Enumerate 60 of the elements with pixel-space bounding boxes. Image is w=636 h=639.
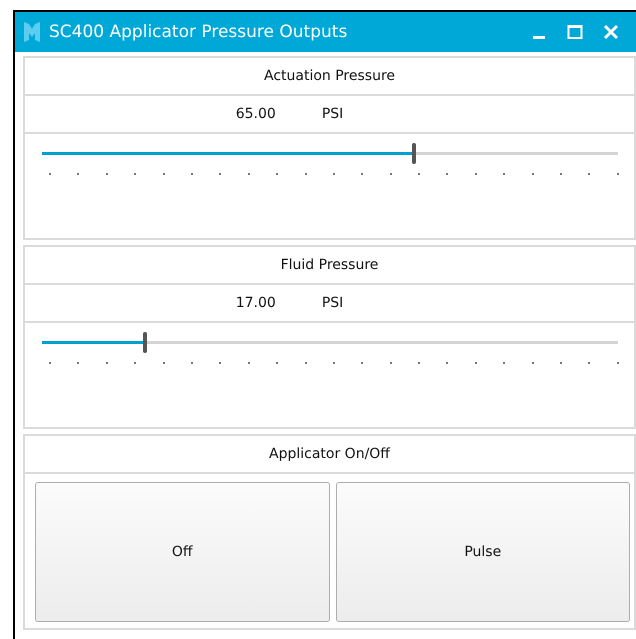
tick-mark [560,362,562,364]
tick-mark [446,362,448,364]
logo-icon [23,21,41,43]
minimize-icon [533,36,545,39]
tick-mark [503,362,506,364]
window-title: SC400 Applicator Pressure Outputs [49,22,348,42]
tick-mark [219,173,222,175]
applicator-button[interactable]: Off [35,482,330,622]
tick-mark [532,362,534,364]
tick-mark [248,173,250,175]
slider-thumb[interactable] [143,332,148,353]
tick-mark [418,173,420,175]
maximize-icon [567,24,583,40]
slider-thumb[interactable] [412,143,416,164]
tick-mark [390,173,392,175]
tick-mark [446,173,448,175]
tick-mark [134,173,136,175]
panel-title: Fluid Pressure [280,257,378,273]
tick-mark [276,173,278,175]
tick-mark [418,362,420,364]
tick-mark [616,173,619,175]
tick-mark [49,362,51,364]
tick-mark [77,362,80,364]
pressure-unit: PSI [322,295,344,311]
tick-mark [588,173,590,175]
tick-mark [390,362,392,364]
tick-mark [361,362,364,364]
tick-mark [219,362,222,364]
tick-mark [304,173,307,175]
tick-mark [503,173,506,175]
close-button[interactable] [602,23,620,41]
tick-mark [332,173,335,175]
tick-mark [134,362,136,364]
tick-mark [162,362,165,364]
tick-mark [474,173,477,175]
tick-mark [248,362,250,364]
tick-mark [276,362,278,364]
tick-mark [162,173,165,175]
pressure-value: 65.00 [236,106,276,122]
pressure-value: 17.00 [236,295,276,311]
tick-mark [588,362,590,364]
tick-mark [361,173,364,175]
tick-mark [616,362,619,364]
tick-mark [532,173,534,175]
applicator-button[interactable]: Pulse [336,482,630,622]
tick-mark [332,362,335,364]
panel-title: Applicator On/Off [269,446,390,462]
tick-mark [560,173,562,175]
tick-mark [106,173,108,175]
tick-mark [474,362,477,364]
maximize-button[interactable] [566,23,584,41]
tick-mark [77,173,80,175]
panel-title: Actuation Pressure [264,68,396,84]
tick-mark [106,362,108,364]
tick-mark [190,173,193,175]
pressure-unit: PSI [322,106,344,122]
tick-mark [304,362,307,364]
tick-mark [190,362,193,364]
close-icon [603,24,619,40]
tick-mark [49,173,51,175]
